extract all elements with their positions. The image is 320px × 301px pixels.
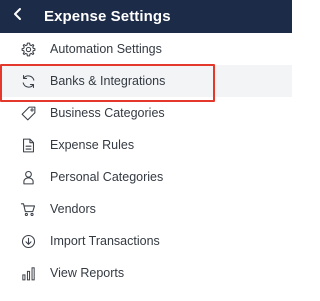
menu-item-label: Banks & Integrations	[50, 74, 166, 88]
cart-icon	[20, 201, 37, 218]
menu-item-label: Personal Categories	[50, 170, 164, 184]
document-icon	[20, 137, 37, 154]
header-bar: Expense Settings	[0, 0, 292, 33]
menu-item-vendors[interactable]: Vendors	[0, 193, 292, 225]
settings-menu: Automation Settings Banks & Integrations…	[0, 33, 292, 289]
menu-item-label: Expense Rules	[50, 138, 135, 152]
menu-item-view-reports[interactable]: View Reports	[0, 257, 292, 289]
menu-item-expense-rules[interactable]: Expense Rules	[0, 129, 292, 161]
menu-item-label: Vendors	[50, 202, 96, 216]
page-title: Expense Settings	[44, 8, 171, 25]
person-icon	[20, 169, 37, 186]
tag-icon	[20, 105, 37, 122]
menu-item-label: View Reports	[50, 266, 125, 280]
menu-item-personal-categories[interactable]: Personal Categories	[0, 161, 292, 193]
menu-item-label: Import Transactions	[50, 234, 160, 248]
bar-chart-icon	[20, 265, 37, 282]
chevron-left-icon	[12, 7, 24, 26]
expense-settings-panel: Expense Settings Automation Settings Ban…	[0, 0, 292, 301]
menu-item-automation-settings[interactable]: Automation Settings	[0, 33, 292, 65]
menu-item-label: Automation Settings	[50, 42, 162, 56]
menu-item-label: Business Categories	[50, 106, 165, 120]
refresh-icon	[20, 73, 37, 90]
menu-item-import-transactions[interactable]: Import Transactions	[0, 225, 292, 257]
menu-item-banks-integrations[interactable]: Banks & Integrations	[0, 64, 292, 102]
back-button[interactable]	[0, 0, 36, 33]
gear-icon	[20, 41, 37, 58]
menu-item-business-categories[interactable]: Business Categories	[0, 97, 292, 129]
download-circle-icon	[20, 233, 37, 250]
